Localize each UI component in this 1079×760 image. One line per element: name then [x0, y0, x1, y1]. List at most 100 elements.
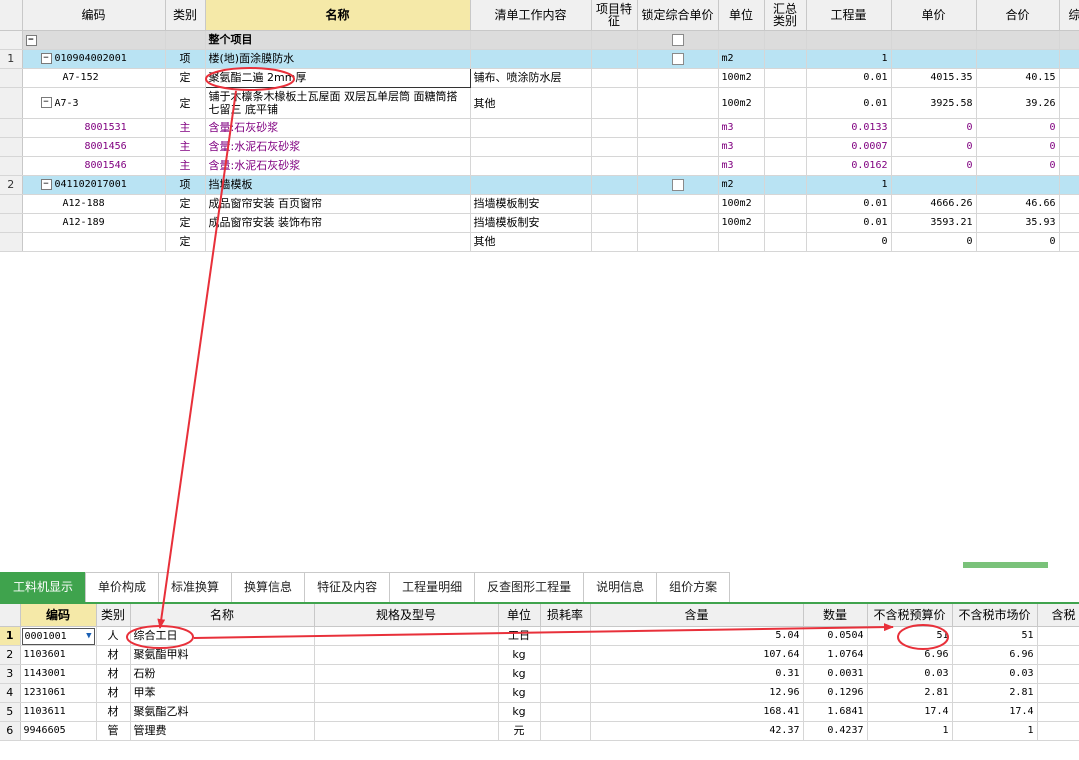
category-cell[interactable]: 定 [165, 87, 206, 119]
summary-category-cell[interactable] [764, 213, 807, 233]
loss-rate-cell[interactable] [540, 702, 591, 722]
resource-row[interactable]: 6 9946605 管管理费元 42.37 0.4237 1 1 [0, 721, 1079, 741]
content-cell[interactable]: 107.64 [590, 645, 804, 665]
bill-row[interactable]: 8001456 主含量:水泥石灰砂浆 m3 0.0007 0 0 [0, 137, 1079, 157]
lock-price-cell[interactable] [637, 68, 719, 88]
features-cell[interactable] [591, 118, 638, 138]
spec-cell[interactable] [314, 664, 499, 684]
lock-price-cell[interactable] [637, 175, 719, 195]
market-price-cell[interactable]: 17.4 [952, 702, 1038, 722]
unit-cell[interactable]: m3 [718, 156, 765, 176]
name-cell[interactable]: 含量:水泥石灰砂浆 [205, 156, 471, 176]
code-cell[interactable]: 1103611 [20, 702, 97, 722]
name-cell[interactable]: 成品窗帘安装 百页窗帘 [205, 194, 471, 214]
total-price-cell[interactable]: 35.93 [976, 213, 1060, 233]
name-cell[interactable]: 聚氨酯乙料 [130, 702, 315, 722]
unit-price-cell[interactable]: 3593.21 [891, 213, 977, 233]
name-cell[interactable]: 铺于木檩条木椽板土瓦屋面 双层瓦单层筒 面糖筒搭七留三 底平铺 [205, 87, 471, 119]
resource-row[interactable]: 1 0001001 ▼ 人综合工日 工日 5.04 0.0504 51 51 [0, 626, 1079, 646]
name-cell[interactable]: 含量:石灰砂浆 [205, 118, 471, 138]
quantity-cell[interactable]: 0.0162 [806, 156, 892, 176]
name-cell[interactable]: 楼(地)面涂膜防水 [205, 49, 471, 69]
bill-row[interactable]: A7-152 定聚氨酯二遍 2mm厚 铺布、喷涂防水层 100m2 0.01 4015.3… [0, 68, 1079, 88]
total-price-cell[interactable]: 0 [976, 137, 1060, 157]
tab-1[interactable]: 单价构成 [85, 572, 160, 602]
category-cell[interactable]: 主 [165, 156, 206, 176]
col-header-quantity[interactable]: 工程量 [806, 0, 892, 31]
code-cell[interactable] [22, 232, 166, 252]
col-header-name[interactable]: 名称 [205, 0, 471, 31]
bill-of-quantities-grid[interactable]: 编码 类别 名称 清单工作内容 项目特征 锁定综合单价 单位 汇总类别 工程量 … [0, 0, 1079, 255]
market-price-cell[interactable]: 6.96 [952, 645, 1038, 665]
checkbox-icon[interactable] [671, 34, 684, 46]
unit-cell[interactable]: m2 [718, 49, 765, 69]
unit-cell[interactable]: 元 [498, 721, 541, 741]
loss-rate-cell[interactable] [540, 683, 591, 703]
market-price-cell[interactable]: 51 [952, 626, 1038, 646]
unit-cell[interactable] [718, 232, 765, 252]
unit-cell[interactable]: 100m2 [718, 68, 765, 88]
composite-cell[interactable] [1059, 156, 1079, 176]
collapse-icon[interactable]: − [40, 178, 52, 190]
category-cell[interactable]: 项 [165, 49, 206, 69]
unit-cell[interactable]: kg [498, 702, 541, 722]
summary-category-cell[interactable] [764, 68, 807, 88]
loss-rate-cell[interactable] [540, 721, 591, 741]
col-header-content[interactable]: 含量 [590, 604, 804, 627]
unit-price-cell[interactable]: 0 [891, 156, 977, 176]
name-cell[interactable]: 聚氨酯二遍 2mm厚 [204, 68, 471, 88]
code-cell[interactable]: 1231061 [20, 683, 97, 703]
category-cell[interactable]: 材 [96, 683, 131, 703]
unit-price-cell[interactable] [891, 175, 977, 195]
quantity-cell[interactable]: 0.0504 [803, 626, 868, 646]
unit-cell[interactable]: 100m2 [718, 213, 765, 233]
budget-price-cell[interactable]: 0.03 [867, 664, 953, 684]
incl-tax-cell[interactable] [1037, 645, 1079, 665]
summary-category-cell[interactable] [764, 232, 807, 252]
lock-price-cell[interactable] [637, 156, 719, 176]
composite-cell[interactable] [1059, 194, 1079, 214]
col-header-incl-tax[interactable]: 含税 [1037, 604, 1079, 627]
col-header-composite[interactable]: 综 [1059, 0, 1079, 31]
code-cell[interactable]: A12-189 [22, 213, 166, 233]
name-cell[interactable]: 综合工日 [130, 626, 315, 646]
content-cell[interactable]: 12.96 [590, 683, 804, 703]
tab-6[interactable]: 反查图形工程量 [474, 572, 585, 602]
market-price-cell[interactable]: 2.81 [952, 683, 1038, 703]
tab-0[interactable]: 工料机显示 [0, 572, 87, 602]
incl-tax-cell[interactable] [1037, 626, 1079, 646]
resource-row[interactable]: 2 1103601 材聚氨酯甲料 kg 107.64 1.0764 6.96 6.96 [0, 645, 1079, 665]
name-cell[interactable]: 甲苯 [130, 683, 315, 703]
features-cell[interactable] [591, 156, 638, 176]
content-cell[interactable]: 42.37 [590, 721, 804, 741]
unit-cell[interactable]: 100m2 [718, 87, 765, 119]
col-header-loss-rate[interactable]: 损耗率 [540, 604, 591, 627]
work-content-cell[interactable]: 挡墙模板制安 [470, 213, 592, 233]
unit-cell[interactable]: 100m2 [718, 194, 765, 214]
collapse-icon[interactable]: − [25, 34, 37, 46]
bill-row[interactable]: 2−041102017001 项挡墙模板 m2 1 [0, 175, 1079, 195]
composite-cell[interactable] [1059, 232, 1079, 252]
code-cell[interactable]: 8001531 [22, 118, 166, 138]
quantity-cell[interactable]: 0.01 [806, 68, 892, 88]
total-price-cell[interactable]: 40.15 [976, 68, 1060, 88]
tree-cell[interactable]: − [22, 30, 166, 50]
features-cell[interactable] [591, 87, 638, 119]
category-cell[interactable]: 定 [165, 213, 206, 233]
col-header-market-price-excl-tax[interactable]: 不含税市场价 [952, 604, 1038, 627]
spec-cell[interactable] [314, 721, 499, 741]
col-header-features[interactable]: 项目特征 [591, 0, 638, 31]
composite-cell[interactable] [1059, 68, 1079, 88]
name-cell[interactable]: 石粉 [130, 664, 315, 684]
summary-category-cell[interactable] [764, 156, 807, 176]
work-content-cell[interactable] [470, 137, 592, 157]
col-header-unit-price[interactable]: 单价 [891, 0, 977, 31]
summary-category-cell[interactable] [764, 87, 807, 119]
resource-row[interactable]: 5 1103611 材聚氨酯乙料 kg 168.41 1.6841 17.4 17.4 [0, 702, 1079, 722]
quantity-cell[interactable]: 0 [806, 232, 892, 252]
loss-rate-cell[interactable] [540, 626, 591, 646]
collapse-icon[interactable]: − [40, 52, 52, 64]
pane-splitter-handle[interactable] [963, 562, 1048, 568]
category-cell[interactable]: 主 [165, 118, 206, 138]
work-content-cell[interactable]: 铺布、喷涂防水层 [470, 68, 592, 88]
